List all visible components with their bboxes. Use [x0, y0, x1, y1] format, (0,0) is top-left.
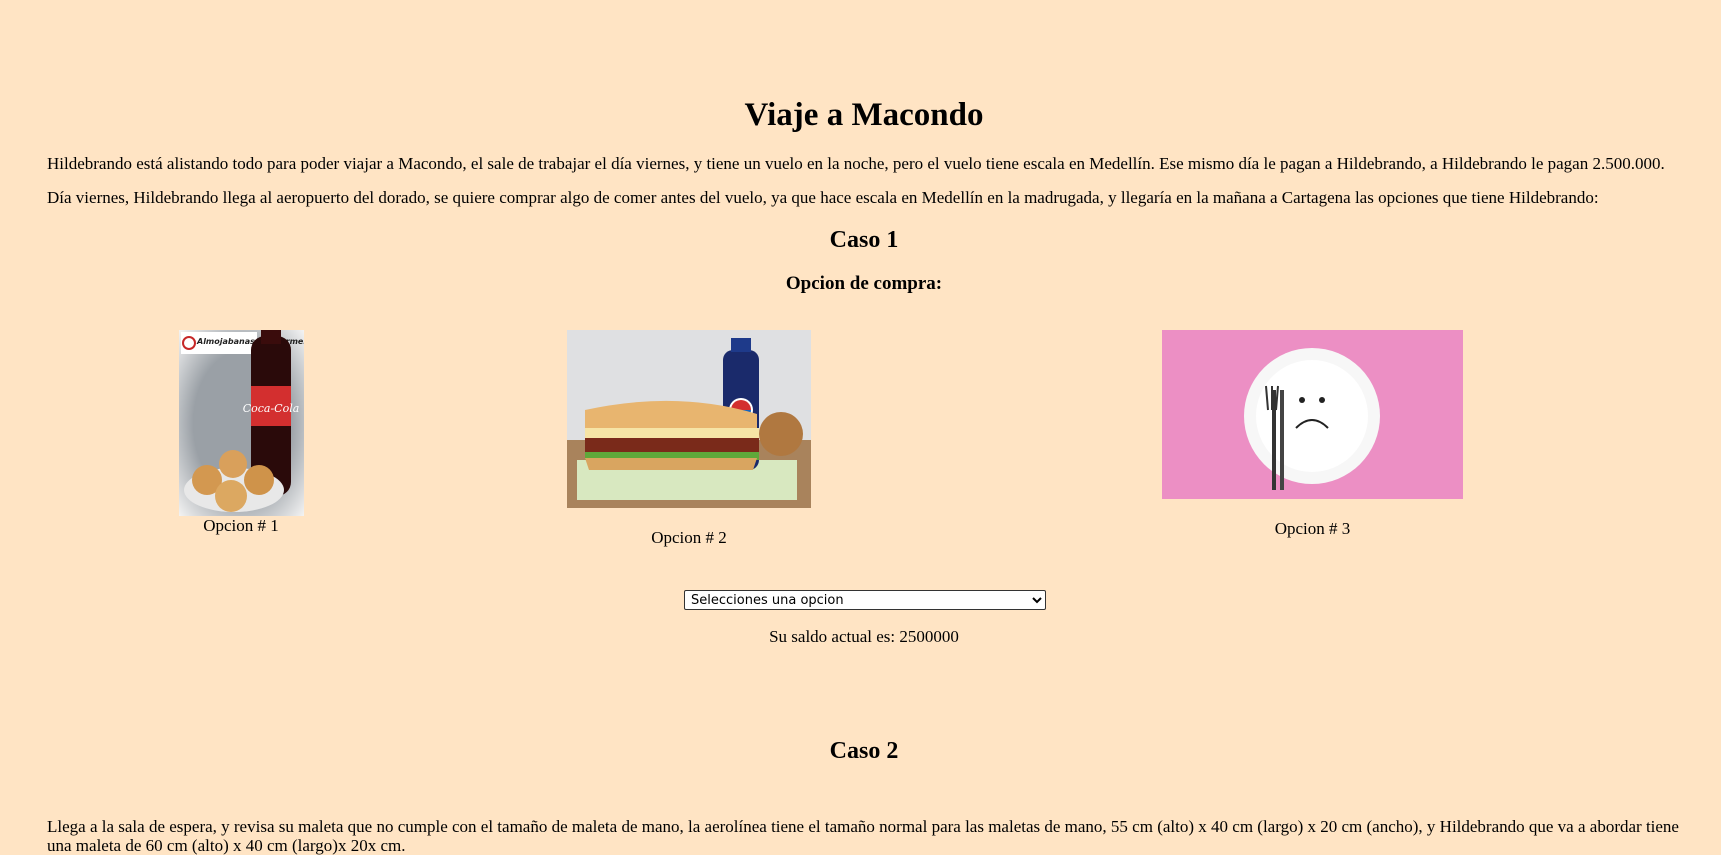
- caso2-paragraph: Llega a la sala de espera, y revisa su m…: [47, 817, 1679, 855]
- page-title: Viaje a Macondo: [744, 97, 984, 133]
- intro-paragraph-1: Hildebrando está alistando todo para pod…: [47, 154, 1665, 173]
- option-2-caption: Opcion # 2: [651, 528, 727, 547]
- option-2-image: [567, 330, 811, 508]
- balance-text: Su saldo actual es: 2500000: [769, 627, 959, 646]
- option-3-image: [1162, 330, 1463, 499]
- option-1-caption: Opcion # 1: [203, 516, 279, 535]
- option-3-caption: Opcion # 3: [1274, 519, 1351, 538]
- caso1-heading: Caso 1: [829, 227, 899, 253]
- option-1-bottle-text: Coca-Cola: [242, 402, 299, 415]
- caso1-subheading: Opcion de compra:: [785, 273, 943, 294]
- option-2: Opcion # 2: [567, 330, 811, 548]
- intro-paragraph-2: Día viernes, Hildebrando llega al aeropu…: [47, 188, 1599, 207]
- caso2-heading: Caso 2: [829, 738, 899, 764]
- page: Viaje a Macondo Hildebrando está alistan…: [0, 0, 1721, 855]
- option-1-image: Almojabanas del Carmen Coca-Cola: [178, 330, 304, 516]
- option-select[interactable]: Selecciones una opcion: [684, 590, 1046, 610]
- option-1: Almojabanas del Carmen Coca-Cola Opcion …: [141, 330, 341, 536]
- option-3: Opcion # 3: [1162, 330, 1463, 539]
